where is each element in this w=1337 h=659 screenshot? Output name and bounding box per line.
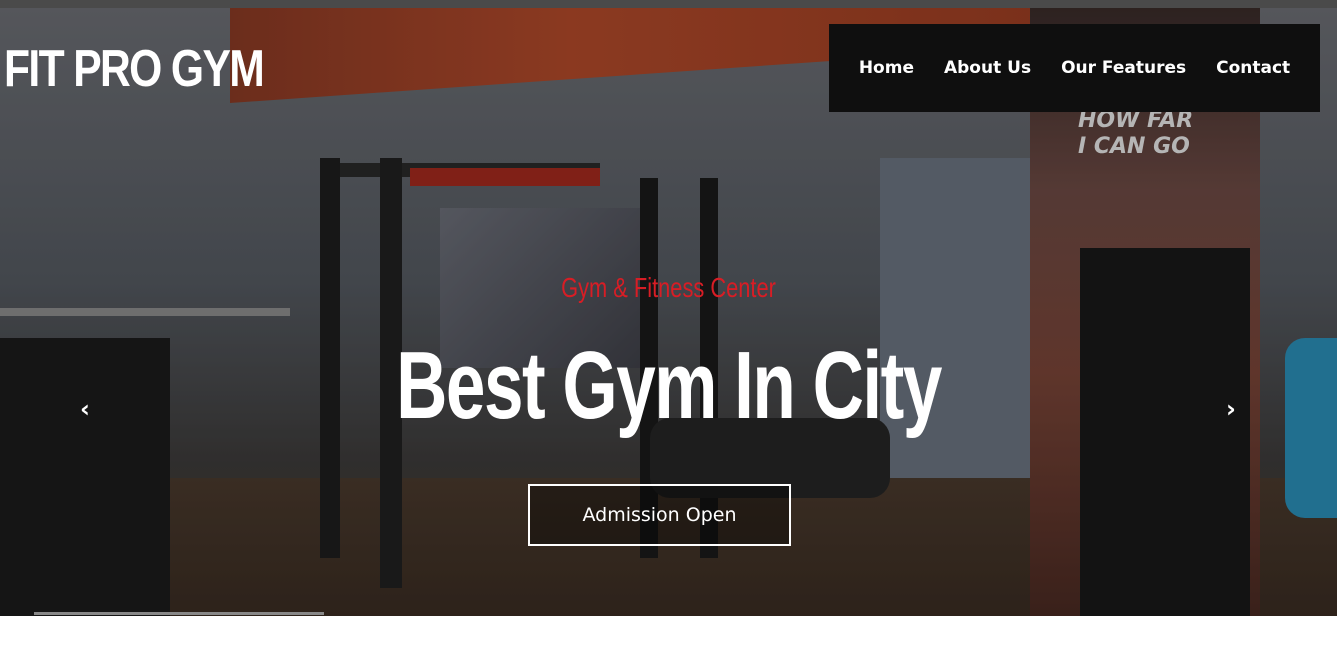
chevron-right-icon[interactable]: › — [1226, 394, 1236, 424]
carousel-indicator[interactable] — [34, 612, 324, 615]
main-nav: Home About Us Our Features Contact — [829, 24, 1320, 112]
nav-about-us[interactable]: About Us — [944, 58, 1031, 78]
nav-contact[interactable]: Contact — [1216, 58, 1290, 78]
admission-open-button[interactable]: Admission Open — [528, 484, 791, 546]
site-logo[interactable]: FIT PRO GYM — [4, 34, 265, 104]
nav-our-features[interactable]: Our Features — [1061, 58, 1186, 78]
hero-headline: Best Gym In City — [396, 332, 942, 439]
nav-home[interactable]: Home — [859, 58, 914, 78]
top-strip — [0, 0, 1337, 8]
chevron-left-icon[interactable]: ‹ — [80, 394, 90, 424]
hero-subtitle: Gym & Fitness Center — [561, 272, 776, 303]
